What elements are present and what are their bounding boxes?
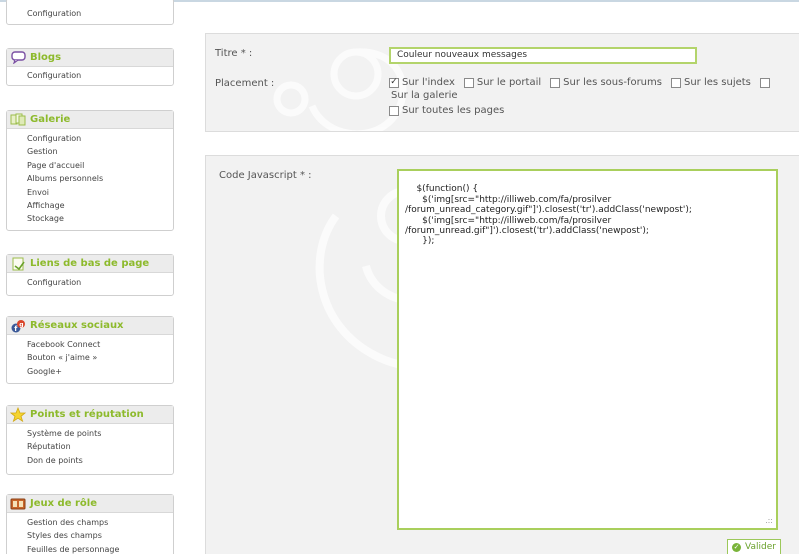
sidebar-item-configuration[interactable]: Configuration <box>7 7 173 20</box>
sidebar-item-gestion[interactable]: Gestion <box>7 145 173 158</box>
checkbox-icon <box>550 77 561 88</box>
placement-sujets-checkbox[interactable]: Sur les sujets <box>670 77 751 88</box>
sidebar-item-page-accueil[interactable]: Page d'accueil <box>7 159 173 172</box>
sidebar-heading-reseaux: fg Réseaux sociaux <box>7 317 173 335</box>
role-play-icon <box>10 497 26 511</box>
valider-button[interactable]: ✓ Valider <box>727 539 781 554</box>
sidebar-heading-liens: Liens de bas de page <box>7 255 173 273</box>
checkbox-checked-icon: ✓ <box>389 77 399 88</box>
code-panel: Code Javascript * : $(function() { $('im… <box>205 155 799 554</box>
sidebar-heading-points: Points et réputation <box>7 406 173 424</box>
gallery-icon <box>10 113 26 127</box>
checkbox-label: Sur toutes les pages <box>402 105 505 116</box>
sidebar-item-configuration[interactable]: Configuration <box>7 69 173 82</box>
placement-galerie-checkbox[interactable] <box>759 77 773 88</box>
sidebar-heading-jeux: Jeux de rôle <box>7 495 173 513</box>
speech-bubble-icon <box>10 51 26 65</box>
placement-index-checkbox[interactable]: ✓ Sur l'index <box>389 77 455 88</box>
sidebar-list: Gestion des champs Styles des champs Feu… <box>7 513 173 554</box>
sidebar-list: Système de points Réputation Don de poin… <box>7 424 173 467</box>
code-text: $(function() { $('img[src="http://illiwe… <box>405 184 692 247</box>
sidebar-list: Facebook Connect Bouton « j'aime » Googl… <box>7 335 173 378</box>
placement-portail-checkbox[interactable]: Sur le portail <box>463 77 542 88</box>
sidebar-list: Configuration Gestion Page d'accueil Alb… <box>7 129 173 226</box>
check-circle-icon: ✓ <box>732 542 742 552</box>
sidebar-box-points: Points et réputation Système de points R… <box>6 405 174 475</box>
sidebar-item-reputation[interactable]: Réputation <box>7 440 173 453</box>
sidebar-item-albums-personnels[interactable]: Albums personnels <box>7 172 173 185</box>
code-textarea[interactable]: $(function() { $('img[src="http://illiwe… <box>397 169 778 530</box>
sidebar-item-envoi[interactable]: Envoi <box>7 186 173 199</box>
checkbox-icon <box>389 105 399 116</box>
title-label: Titre * : <box>215 48 253 59</box>
sidebar-item-configuration[interactable]: Configuration <box>7 276 173 289</box>
sidebar-item-bouton-jaime[interactable]: Bouton « j'aime » <box>7 351 173 364</box>
placement-galerie-label: Sur la galerie <box>391 90 458 101</box>
sidebar-box-reseaux: fg Réseaux sociaux Facebook Connect Bout… <box>6 316 174 384</box>
sidebar-heading-label: Galerie <box>30 113 71 125</box>
sidebar-item-gestion-des-champs[interactable]: Gestion des champs <box>7 516 173 529</box>
placement-all-pages-checkbox[interactable]: Sur toutes les pages <box>389 105 504 116</box>
valider-label: Valider <box>745 542 776 552</box>
sidebar-heading-label: Liens de bas de page <box>30 257 150 269</box>
sidebar-item-stockage[interactable]: Stockage <box>7 212 173 225</box>
social-network-icon: fg <box>10 319 26 333</box>
placement-label: Placement : <box>215 78 275 89</box>
resize-handle-icon[interactable]: .:: <box>765 516 773 526</box>
checkbox-icon <box>463 77 474 88</box>
sidebar-heading-label: Points et réputation <box>30 408 144 420</box>
sidebar-item-configuration[interactable]: Configuration <box>7 132 173 145</box>
sidebar-item-google-plus[interactable]: Google+ <box>7 365 173 378</box>
sidebar-box-jeux: Jeux de rôle Gestion des champs Styles d… <box>6 494 174 554</box>
sidebar-item-feuilles-de-personnage[interactable]: Feuilles de personnage <box>7 543 173 554</box>
sidebar-box-blogs: Blogs Configuration <box>6 48 174 86</box>
checkbox-label: Sur l'index <box>402 77 455 88</box>
checkbox-icon <box>670 77 681 88</box>
checkbox-label: Sur le portail <box>476 77 542 88</box>
sidebar-item-facebook-connect[interactable]: Facebook Connect <box>7 338 173 351</box>
title-input[interactable]: Couleur nouveaux messages <box>389 47 697 64</box>
checkbox-icon <box>759 77 770 88</box>
sidebar-box-galerie: Galerie Configuration Gestion Page d'acc… <box>6 110 174 231</box>
code-label: Code Javascript * : <box>219 170 312 181</box>
page-link-icon <box>10 257 26 271</box>
checkbox-label: Sur les sujets <box>683 77 751 88</box>
sidebar-heading-label: Jeux de rôle <box>30 497 97 509</box>
sidebar-box-top: Configuration <box>6 0 174 25</box>
sidebar-list: Configuration <box>7 67 173 82</box>
settings-panel: Titre * : Couleur nouveaux messages Plac… <box>205 33 799 132</box>
sidebar-heading-label: Blogs <box>30 51 62 63</box>
star-icon <box>10 407 26 422</box>
sidebar-heading-blogs: Blogs <box>7 49 173 67</box>
placement-sous-forums-checkbox[interactable]: Sur les sous-forums <box>550 77 662 88</box>
svg-text:g: g <box>19 321 23 328</box>
sidebar-list: Configuration <box>7 0 173 20</box>
sidebar-list: Configuration <box>7 273 173 289</box>
checkbox-label: Sur les sous-forums <box>563 77 662 88</box>
sidebar-heading-label: Réseaux sociaux <box>30 319 124 331</box>
placement-all-row: Sur toutes les pages <box>389 105 513 119</box>
sidebar-box-liens: Liens de bas de page Configuration <box>6 254 174 296</box>
sidebar-heading-galerie: Galerie <box>7 111 173 129</box>
sidebar-item-don-de-points[interactable]: Don de points <box>7 454 173 467</box>
sidebar-item-affichage[interactable]: Affichage <box>7 199 173 212</box>
sidebar-item-styles-des-champs[interactable]: Styles des champs <box>7 529 173 542</box>
sidebar-item-systeme-de-points[interactable]: Système de points <box>7 427 173 440</box>
sidebar: Configuration Blogs Configuration Galeri… <box>0 0 176 554</box>
placement-options-row: ✓ Sur l'index Sur le portail Sur les sou… <box>389 77 773 88</box>
